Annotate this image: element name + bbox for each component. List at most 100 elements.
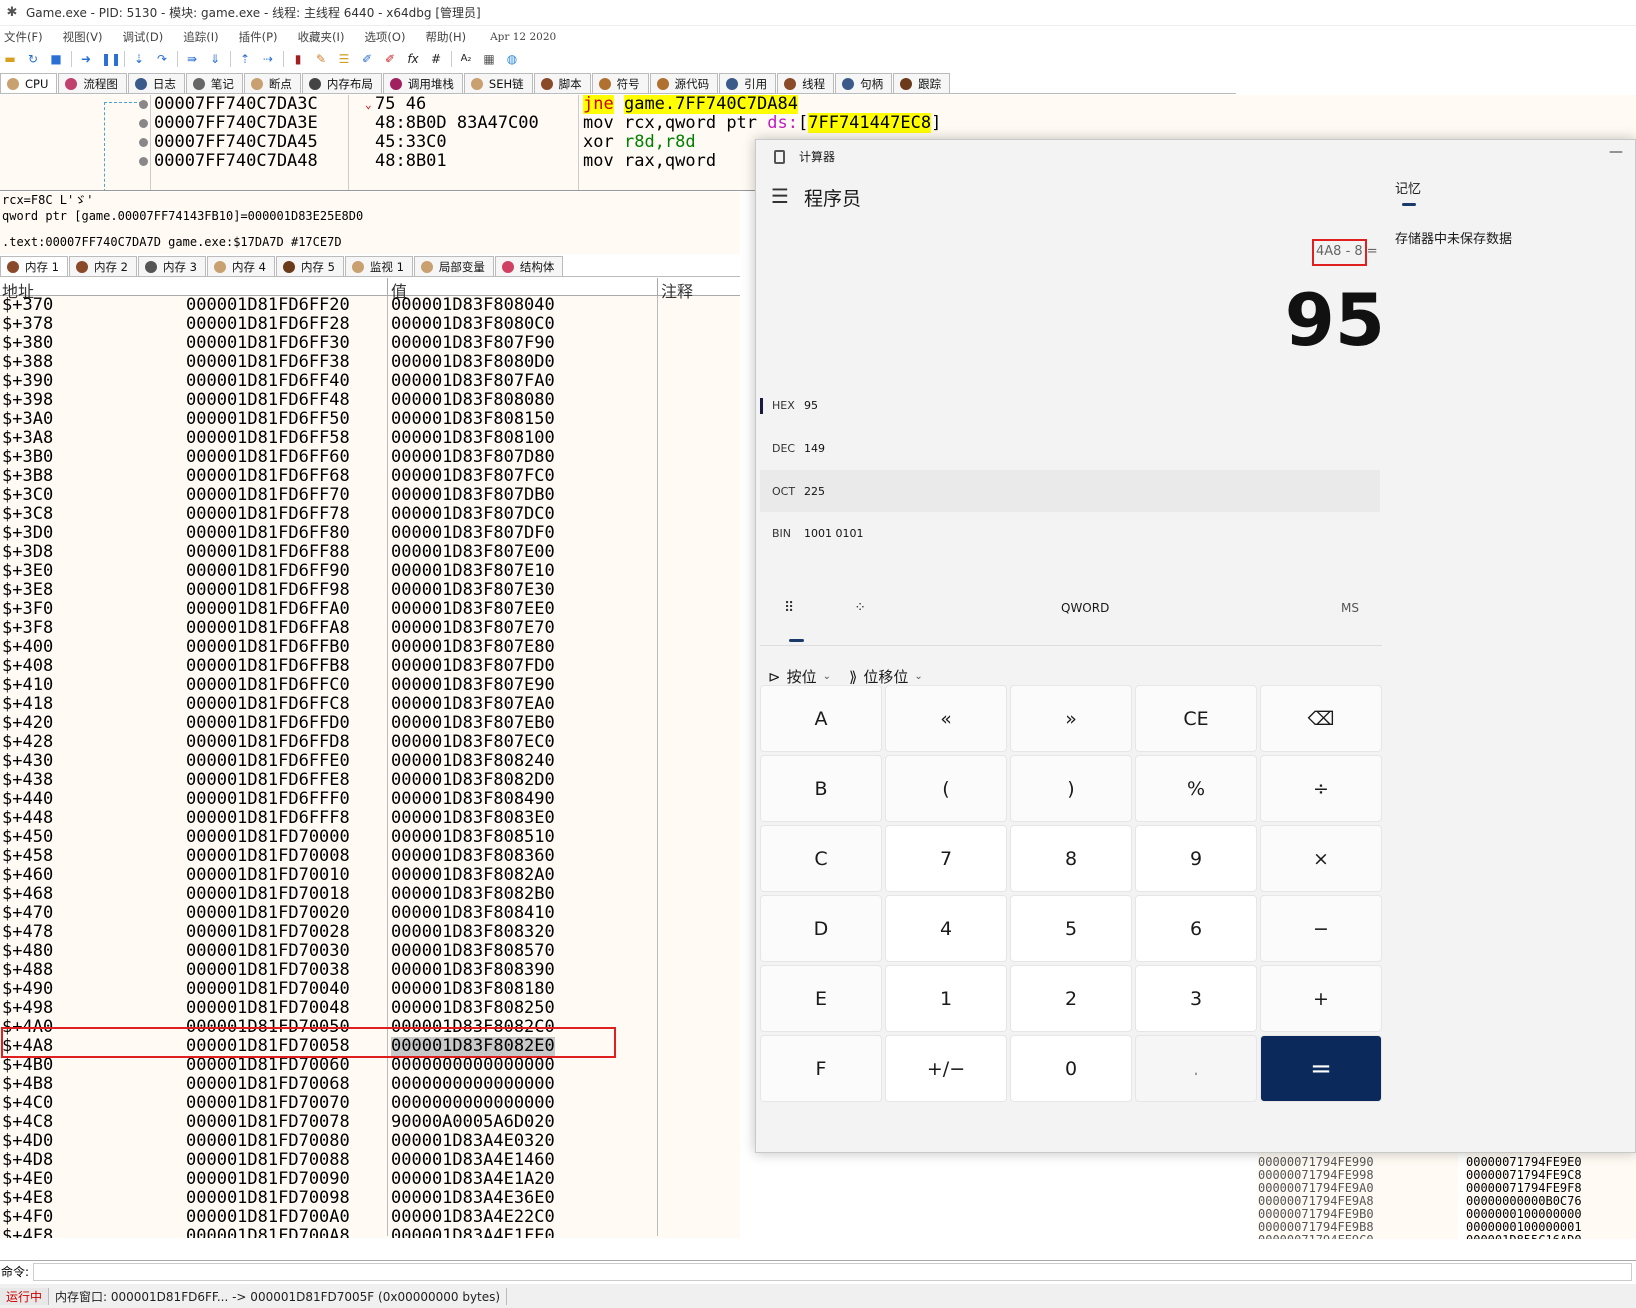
memory-dump-view[interactable]: 地址 值 注释 $+370 000001D81FD6FF20 000001D83F8… [0,278,740,1238]
memory-tab[interactable]: 记忆 [1395,178,1421,197]
radix-dec[interactable]: DEC 149 [760,427,1380,469]
key-2[interactable]: 2 [1010,965,1132,1032]
dump-row[interactable]: $+4C8 000001D81FD70078 90000A0005A6D020 [0,1113,740,1132]
tab-dump-5[interactable]: 内存 5 [275,256,344,276]
stack-addresses[interactable]: 00000071794FE98800000071794FE99000000071… [1258,1143,1458,1239]
patch-icon[interactable]: ✎ [313,51,329,67]
dump-row[interactable]: $+4B0 000001D81FD70060 0000000000000000 [0,1056,740,1075]
stack-entry[interactable]: 000001D855C16AD0 [1466,1234,1636,1240]
keypad-icon[interactable]: ⠿ [784,600,794,616]
word-size-button[interactable]: QWORD [1061,601,1109,615]
command-input[interactable] [33,1262,1632,1281]
dump-row[interactable]: $+488 000001D81FD70038 000001D83F808390 [0,961,740,980]
menu-hamburger-icon[interactable]: ☰ [771,184,789,208]
breakpoint-dot[interactable] [139,157,148,166]
key-percent[interactable]: % [1135,755,1257,822]
tab-watch-1[interactable]: 监视 1 [344,256,413,276]
tab-cpu[interactable]: CPU [0,73,58,93]
dump-row[interactable]: $+4D8 000001D81FD70088 000001D83A4E1460 [0,1151,740,1170]
minimize-button[interactable]: — [1609,144,1623,160]
dump-row[interactable]: $+3C0 000001D81FD6FF70 000001D83F807DB0 [0,486,740,505]
stack-values[interactable]: 00007FFC1F439E6A00000071794FE9E000000071… [1466,1143,1636,1239]
dump-row[interactable]: $+420 000001D81FD6FFD0 000001D83F807EB0 [0,714,740,733]
menu-favourites[interactable]: 收藏夹(I) [298,29,345,45]
breakpoint-dot[interactable] [139,138,148,147]
dump-row[interactable]: $+3A0 000001D81FD6FF50 000001D83F808150 [0,410,740,429]
tab-source[interactable]: 源代码 [649,73,719,93]
key-decimal[interactable]: . [1135,1035,1257,1102]
bitshift-dropdown[interactable]: 位移位 [863,666,908,687]
key-equals[interactable]: = [1260,1035,1382,1102]
dump-row[interactable]: $+408 000001D81FD6FFB8 000001D83F807FD0 [0,657,740,676]
key-f[interactable]: F [760,1035,882,1102]
font-icon[interactable]: A₂ [458,51,474,67]
stop-icon[interactable]: ■ [48,51,64,67]
scylla-icon[interactable]: ▮ [290,51,306,67]
key-negate[interactable]: +/− [885,1035,1007,1102]
key-8[interactable]: 8 [1010,825,1132,892]
label-icon[interactable]: ✐ [359,51,375,67]
dump-row[interactable]: $+3B8 000001D81FD6FF68 000001D83F807FC0 [0,467,740,486]
breakpoint-dot[interactable] [139,119,148,128]
execute-till-return-icon[interactable]: ⇡ [237,51,253,67]
key-close-paren[interactable]: ) [1010,755,1132,822]
dump-row[interactable]: $+4C0 000001D81FD70070 0000000000000000 [0,1094,740,1113]
key-plus[interactable]: + [1260,965,1382,1032]
radix-bin[interactable]: BIN 1001 0101 [760,512,1380,554]
key-4[interactable]: 4 [885,895,1007,962]
dump-row[interactable]: $+4B8 000001D81FD70068 0000000000000000 [0,1075,740,1094]
key-a[interactable]: A [760,685,882,752]
radix-hex[interactable]: HEX 95 [760,384,1380,426]
key-open-paren[interactable]: ( [885,755,1007,822]
dump-row[interactable]: $+4E8 000001D81FD70098 000001D83A4E36E0 [0,1189,740,1208]
dump-row[interactable]: $+4E0 000001D81FD70090 000001D83A4E1A20 [0,1170,740,1189]
tab-dump-2[interactable]: 内存 2 [68,256,137,276]
dump-row[interactable]: $+3E8 000001D81FD6FF98 000001D83F807E30 [0,581,740,600]
dump-row[interactable]: $+428 000001D81FD6FFD8 000001D83F807EC0 [0,733,740,752]
menu-options[interactable]: 选项(O) [364,29,405,45]
globe-icon[interactable]: ◍ [504,51,520,67]
open-icon[interactable]: ▬ [2,51,18,67]
menu-trace[interactable]: 追踪(I) [183,29,218,45]
key-9[interactable]: 9 [1135,825,1257,892]
dump-row[interactable]: $+388 000001D81FD6FF38 000001D83F8080D0 [0,353,740,372]
tab-dump-4[interactable]: 内存 4 [206,256,275,276]
dump-row[interactable]: $+3C8 000001D81FD6FF78 000001D83F807DC0 [0,505,740,524]
tab-seh[interactable]: SEH链 [463,73,533,93]
run-icon[interactable]: ➜ [78,51,94,67]
dump-row[interactable]: $+490 000001D81FD70040 000001D83F808180 [0,980,740,999]
breakpoint-dot[interactable] [139,100,148,109]
dump-row[interactable]: $+3A8 000001D81FD6FF58 000001D83F808100 [0,429,740,448]
menu-plugins[interactable]: 插件(P) [239,29,278,45]
tab-notes[interactable]: 笔记 [185,73,243,93]
tab-symbols[interactable]: 符号 [591,73,649,93]
key-b[interactable]: B [760,755,882,822]
bitwise-dropdown[interactable]: 按位 [787,666,817,687]
dump-row[interactable]: $+468 000001D81FD70018 000001D83F8082B0 [0,885,740,904]
tab-graph[interactable]: 流程图 [58,73,127,93]
dump-row[interactable]: $+400 000001D81FD6FFB0 000001D83F807E80 [0,638,740,657]
tab-locals[interactable]: 局部变量 [413,256,494,276]
tab-log[interactable]: 日志 [127,73,185,93]
bit-toggle-icon[interactable]: ⁘ [854,600,866,616]
bookmark-icon[interactable]: ✐ [382,51,398,67]
key-divide[interactable]: ÷ [1260,755,1382,822]
dump-row[interactable]: $+470 000001D81FD70020 000001D83F808410 [0,904,740,923]
dump-row[interactable]: $+418 000001D81FD6FFC8 000001D83F807EA0 [0,695,740,714]
dump-row[interactable]: $+3B0 000001D81FD6FF60 000001D83F807D80 [0,448,740,467]
dump-row[interactable]: $+430 000001D81FD6FFE0 000001D83F808240 [0,752,740,771]
dump-row[interactable]: $+3F8 000001D81FD6FFA8 000001D83F807E70 [0,619,740,638]
tab-references[interactable]: 引用 [719,73,777,93]
dump-row[interactable]: $+448 000001D81FD6FFF8 000001D83F8083E0 [0,809,740,828]
hash-icon[interactable]: # [428,51,444,67]
comment-icon[interactable]: ☰ [336,51,352,67]
dump-row[interactable]: $+380 000001D81FD6FF30 000001D83F807F90 [0,334,740,353]
tab-breakpoints[interactable]: 断点 [243,73,301,93]
dump-row[interactable]: $+498 000001D81FD70048 000001D83F808250 [0,999,740,1018]
dump-row[interactable]: $+458 000001D81FD70008 000001D83F808360 [0,847,740,866]
key-0[interactable]: 0 [1010,1035,1132,1102]
key-multiply[interactable]: × [1260,825,1382,892]
dump-row[interactable]: $+4F0 000001D81FD700A0 000001D83A4E22C0 [0,1208,740,1227]
key-shift-left[interactable]: « [885,685,1007,752]
dump-row[interactable]: $+370 000001D81FD6FF20 000001D83F808040 [0,296,740,315]
